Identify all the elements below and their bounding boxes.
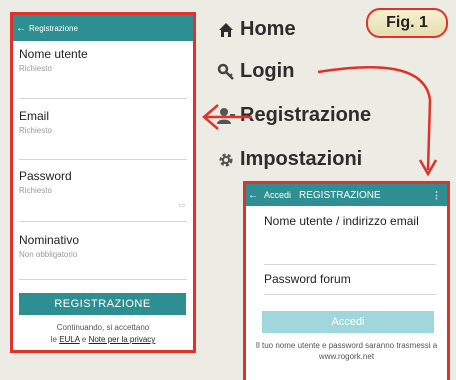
username-email-label[interactable]: Nome utente / indirizzo email [264,214,434,229]
username-underline [264,264,436,265]
credentials-notice: Il tuo nome utente e password saranno tr… [255,341,438,361]
login-button[interactable]: Accedi [262,311,434,333]
tab-accedi[interactable]: Accedi [264,190,291,200]
arrow-to-login [317,66,432,171]
forum-password-label[interactable]: Password forum [264,272,351,286]
overflow-menu-icon[interactable]: ⋮ [432,190,441,201]
back-arrow-icon[interactable]: ← [246,190,260,201]
tab-registrazione[interactable]: REGISTRAZIONE [299,190,381,201]
password-underline [264,294,436,295]
login-screen: ← Accedi REGISTRAZIONE ⋮ Nome utente / i… [243,181,450,380]
login-toolbar: ← Accedi REGISTRAZIONE ⋮ [246,184,447,206]
